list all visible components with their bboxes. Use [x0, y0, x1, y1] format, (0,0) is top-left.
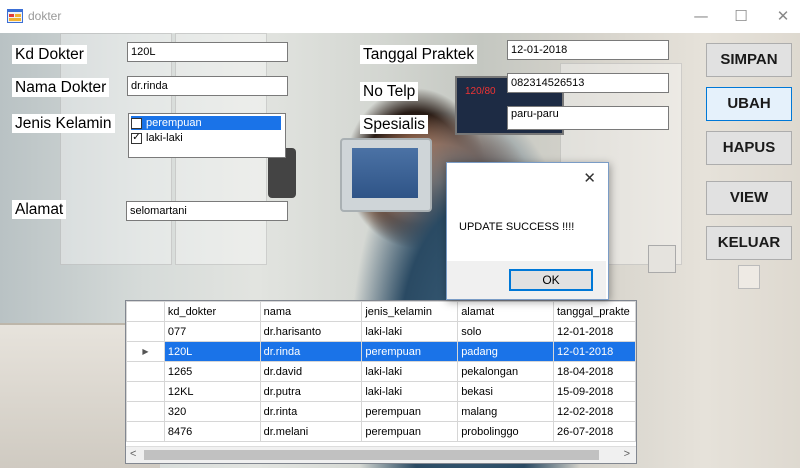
cell-jenis-kelamin[interactable]: perempuan	[361, 341, 459, 362]
cell-kd-dokter[interactable]: 12KL	[163, 381, 261, 402]
maximize-button[interactable]: ☐	[730, 6, 752, 26]
window-title: dokter	[28, 9, 62, 23]
cell-kd-dokter[interactable]: 120L	[163, 341, 261, 362]
kd-dokter-field[interactable]: 120L	[127, 42, 288, 62]
cell-alamat[interactable]: solo	[457, 321, 554, 342]
title-bar: dokter — ☐ ✕	[0, 0, 800, 33]
form-app-icon	[7, 9, 23, 23]
cell-nama[interactable]: dr.david	[259, 361, 363, 382]
table-row-selected[interactable]: ▶ 120L dr.rinda perempuan padang 12-01-2…	[126, 341, 636, 362]
cell-tanggal-praktek[interactable]: 26-07-2018	[552, 421, 636, 442]
column-header-kd-dokter[interactable]: kd_dokter	[163, 301, 261, 322]
cell-kd-dokter[interactable]: 8476	[163, 421, 261, 442]
alamat-label: Alamat	[12, 200, 67, 219]
minimize-button[interactable]: —	[690, 6, 712, 26]
grid-table: kd_dokter nama jenis_kelamin alamat tang…	[126, 301, 636, 442]
checkbox-laki-laki[interactable]: ✓	[131, 132, 142, 144]
cell-nama[interactable]: dr.melani	[259, 421, 363, 442]
checkbox-perempuan[interactable]	[131, 117, 142, 129]
update-success-dialog: ✕ UPDATE SUCCESS !!!! OK	[446, 162, 609, 300]
cell-tanggal-praktek[interactable]: 12-01-2018	[552, 321, 636, 342]
no-telp-field[interactable]: 082314526513	[507, 73, 669, 93]
no-telp-label: No Telp	[360, 82, 419, 101]
cell-tanggal-praktek[interactable]: 18-04-2018	[552, 361, 636, 382]
jenis-kelamin-label: Jenis Kelamin	[12, 114, 115, 133]
cell-kd-dokter[interactable]: 1265	[163, 361, 261, 382]
medical-monitor-image	[340, 138, 432, 212]
cell-alamat[interactable]: bekasi	[457, 381, 554, 402]
grid-header-row: kd_dokter nama jenis_kelamin alamat tang…	[126, 301, 636, 322]
cell-kd-dokter[interactable]: 077	[163, 321, 261, 342]
monitor-reading: 120/80	[465, 86, 496, 97]
scroll-left-icon[interactable]: <	[130, 448, 136, 460]
cell-tanggal-praktek[interactable]: 15-09-2018	[552, 381, 636, 402]
row-header-corner	[126, 301, 165, 322]
ubah-button[interactable]: UBAH	[706, 87, 792, 121]
view-button[interactable]: VIEW	[706, 181, 792, 215]
cell-alamat[interactable]: pekalongan	[457, 361, 554, 382]
option-laki-laki[interactable]: ✓ laki-laki	[131, 131, 183, 145]
close-window-button[interactable]: ✕	[772, 6, 794, 26]
option-perempuan-label: perempuan	[146, 117, 202, 129]
kd-dokter-label: Kd Dokter	[12, 45, 87, 64]
scroll-right-icon[interactable]: >	[624, 448, 630, 460]
cell-tanggal-praktek[interactable]: 12-02-2018	[552, 401, 636, 422]
column-header-jenis-kelamin[interactable]: jenis_kelamin	[361, 301, 459, 322]
table-row[interactable]: 12KL dr.putra laki-laki bekasi 15-09-201…	[126, 381, 636, 402]
row-header[interactable]	[126, 421, 165, 442]
cell-nama[interactable]: dr.rinta	[259, 401, 363, 422]
row-header[interactable]	[126, 401, 165, 422]
scroll-thumb[interactable]	[144, 450, 599, 460]
cell-nama[interactable]: dr.rinda	[259, 341, 363, 362]
spesialis-field[interactable]: paru-paru	[507, 106, 669, 130]
column-header-tanggal-praktek[interactable]: tanggal_prakte	[552, 301, 636, 322]
spesialis-label: Spesialis	[360, 115, 429, 134]
cell-tanggal-praktek[interactable]: 12-01-2018	[552, 341, 636, 362]
jenis-kelamin-checklist[interactable]: perempuan ✓ laki-laki	[128, 113, 286, 158]
cell-jenis-kelamin[interactable]: laki-laki	[361, 361, 459, 382]
dialog-close-icon[interactable]: ✕	[583, 169, 596, 187]
tanggal-praktek-field[interactable]: 12-01-2018	[507, 40, 669, 60]
hapus-button[interactable]: HAPUS	[706, 131, 792, 165]
cell-jenis-kelamin[interactable]: perempuan	[361, 421, 459, 442]
nama-dokter-field[interactable]: dr.rinda	[127, 76, 288, 96]
column-header-nama[interactable]: nama	[259, 301, 363, 322]
option-laki-laki-label: laki-laki	[146, 132, 183, 144]
cell-jenis-kelamin[interactable]: laki-laki	[361, 321, 459, 342]
cell-kd-dokter[interactable]: 320	[163, 401, 261, 422]
table-row[interactable]: 8476 dr.melani perempuan probolinggo 26-…	[126, 421, 636, 442]
row-header[interactable]	[126, 381, 165, 402]
table-row[interactable]: 1265 dr.david laki-laki pekalongan 18-04…	[126, 361, 636, 382]
cell-nama[interactable]: dr.harisanto	[259, 321, 363, 342]
row-header[interactable]	[126, 361, 165, 382]
cell-alamat[interactable]: padang	[457, 341, 554, 362]
alamat-field[interactable]: selomartani	[126, 201, 288, 221]
nama-dokter-label: Nama Dokter	[12, 78, 110, 97]
simpan-button[interactable]: SIMPAN	[706, 43, 792, 77]
cell-alamat[interactable]: probolinggo	[457, 421, 554, 442]
column-header-alamat[interactable]: alamat	[457, 301, 554, 322]
horizontal-scrollbar[interactable]: < >	[126, 446, 636, 463]
tanggal-praktek-label: Tanggal Praktek	[360, 45, 478, 64]
table-row[interactable]: 077 dr.harisanto laki-laki solo 12-01-20…	[126, 321, 636, 342]
wall-socket-image	[738, 265, 760, 289]
option-perempuan[interactable]: perempuan	[131, 116, 281, 130]
app-window: dokter — ☐ ✕ 120/80 Kd Dokter 120L Nama …	[0, 0, 800, 468]
cell-jenis-kelamin[interactable]: laki-laki	[361, 381, 459, 402]
table-row[interactable]: 320 dr.rinta perempuan malang 12-02-2018	[126, 401, 636, 422]
dialog-footer: OK	[447, 261, 606, 299]
keluar-button[interactable]: KELUAR	[706, 226, 792, 260]
row-header[interactable]	[126, 321, 165, 342]
cell-jenis-kelamin[interactable]: perempuan	[361, 401, 459, 422]
cell-nama[interactable]: dr.putra	[259, 381, 363, 402]
dokter-data-grid[interactable]: kd_dokter nama jenis_kelamin alamat tang…	[125, 300, 637, 464]
wall-outlet-image	[648, 245, 676, 273]
dialog-message: UPDATE SUCCESS !!!!	[459, 221, 575, 233]
cell-alamat[interactable]: malang	[457, 401, 554, 422]
dialog-ok-button[interactable]: OK	[509, 269, 593, 291]
row-pointer-icon[interactable]: ▶	[126, 341, 165, 362]
